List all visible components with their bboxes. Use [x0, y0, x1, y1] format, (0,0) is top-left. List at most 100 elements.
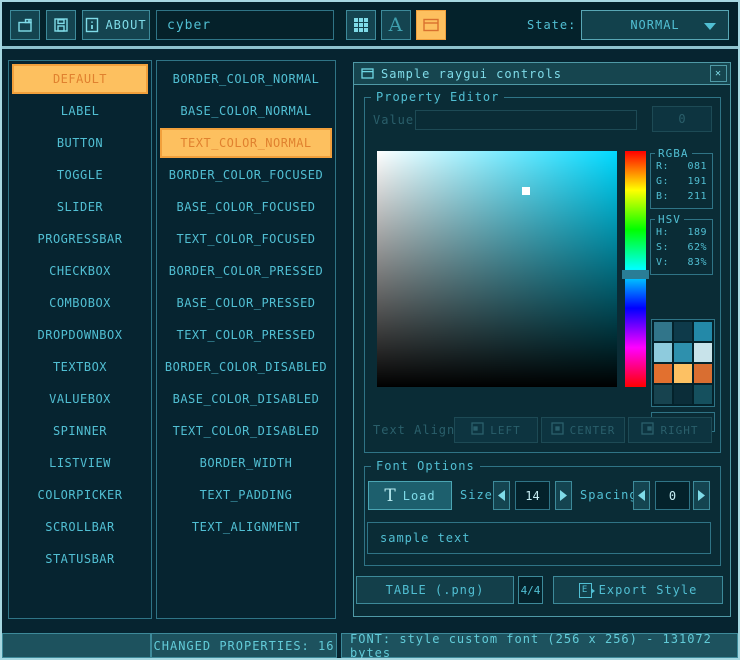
- rgba-title: RGBA: [655, 147, 692, 160]
- list-item[interactable]: CHECKBOX: [12, 256, 148, 286]
- font-options-title: Font Options: [371, 459, 480, 473]
- load-font-button[interactable]: T Load: [368, 481, 452, 510]
- list-item[interactable]: BASE_COLOR_DISABLED: [160, 384, 332, 414]
- value-spinner-button[interactable]: 0: [652, 106, 712, 132]
- size-decrease-button[interactable]: [493, 481, 510, 510]
- page-indicator-valuebox[interactable]: 4/4: [518, 576, 543, 604]
- hsv-row-h: H:189: [651, 225, 712, 240]
- list-item[interactable]: COLORPICKER: [12, 480, 148, 510]
- color-swatch[interactable]: [654, 322, 672, 341]
- list-item[interactable]: TOGGLE: [12, 160, 148, 190]
- align-left-icon: [471, 422, 484, 438]
- color-swatch[interactable]: [674, 385, 692, 404]
- spacing-valuebox[interactable]: 0: [655, 481, 690, 510]
- about-label: ABOUT: [105, 18, 146, 32]
- list-item[interactable]: LISTVIEW: [12, 448, 148, 478]
- statusbar-font-info: FONT: style custom font (256 x 256) - 13…: [341, 633, 738, 658]
- align-left-button[interactable]: LEFT: [454, 417, 538, 443]
- color-swatches-grid: [651, 319, 715, 407]
- hsv-row-s: S:62%: [651, 240, 712, 255]
- chevron-right-icon: [697, 489, 706, 502]
- list-item[interactable]: SLIDER: [12, 192, 148, 222]
- color-swatch[interactable]: [654, 343, 672, 362]
- hue-slider[interactable]: [625, 151, 646, 387]
- list-item[interactable]: BORDER_COLOR_FOCUSED: [160, 160, 332, 190]
- chevron-left-icon: [497, 489, 506, 502]
- style-name-input[interactable]: [156, 10, 334, 40]
- size-valuebox[interactable]: 14: [515, 481, 550, 510]
- color-picker-panel[interactable]: [377, 151, 617, 387]
- color-swatch[interactable]: [694, 322, 712, 341]
- window-title: Sample raygui controls: [381, 67, 562, 81]
- statusbar-left-segment: [2, 633, 151, 658]
- list-item[interactable]: TEXT_PADDING: [160, 480, 332, 510]
- align-center-button[interactable]: CENTER: [541, 417, 625, 443]
- list-item[interactable]: TEXT_COLOR_FOCUSED: [160, 224, 332, 254]
- controls-list: DEFAULTLABELBUTTONTOGGLESLIDERPROGRESSBA…: [8, 60, 152, 619]
- list-item[interactable]: BASE_COLOR_FOCUSED: [160, 192, 332, 222]
- chevron-left-icon: [637, 489, 646, 502]
- color-swatch[interactable]: [694, 364, 712, 383]
- spacing-increase-button[interactable]: [693, 481, 710, 510]
- color-picker-cursor[interactable]: [522, 187, 530, 195]
- list-item[interactable]: SCROLLBAR: [12, 512, 148, 542]
- color-swatch[interactable]: [654, 364, 672, 383]
- spacing-decrease-button[interactable]: [633, 481, 650, 510]
- list-item[interactable]: BORDER_COLOR_DISABLED: [160, 352, 332, 382]
- font-t-icon: T: [384, 486, 396, 506]
- list-item[interactable]: PROGRESSBAR: [12, 224, 148, 254]
- window-titlebar[interactable]: Sample raygui controls ✕: [354, 63, 730, 85]
- list-item[interactable]: SPINNER: [12, 416, 148, 446]
- align-right-button[interactable]: RIGHT: [628, 417, 712, 443]
- save-style-button[interactable]: [46, 10, 76, 40]
- color-swatch[interactable]: [654, 385, 672, 404]
- style-table-view-button[interactable]: [346, 10, 376, 40]
- list-item[interactable]: DROPDOWNBOX: [12, 320, 148, 350]
- state-dropdown[interactable]: NORMAL: [581, 10, 729, 40]
- floppy-save-icon: [52, 16, 70, 34]
- color-swatch[interactable]: [674, 364, 692, 383]
- hsv-title: HSV: [655, 213, 684, 226]
- info-icon: [85, 17, 99, 33]
- grid-icon: [353, 17, 369, 33]
- properties-list: BORDER_COLOR_NORMALBASE_COLOR_NORMALTEXT…: [156, 60, 336, 619]
- sample-controls-window: Sample raygui controls ✕ Property Editor…: [353, 62, 731, 617]
- color-swatch[interactable]: [694, 385, 712, 404]
- color-swatch[interactable]: [694, 343, 712, 362]
- hue-slider-handle[interactable]: [622, 270, 649, 279]
- controls-preview-button[interactable]: [416, 10, 446, 40]
- list-item[interactable]: BASE_COLOR_PRESSED: [160, 288, 332, 318]
- font-options-group: Font Options T Load Size: 14 Spacing: 0 …: [364, 466, 721, 566]
- chevron-right-icon: [559, 489, 568, 502]
- sample-text-textbox[interactable]: sample text: [367, 522, 711, 554]
- list-item[interactable]: STATUSBAR: [12, 544, 148, 574]
- list-item[interactable]: DEFAULT: [12, 64, 148, 94]
- font-atlas-view-button[interactable]: A: [381, 10, 411, 40]
- open-style-button[interactable]: [10, 10, 40, 40]
- close-icon[interactable]: ✕: [710, 65, 727, 82]
- list-item[interactable]: TEXT_COLOR_NORMAL: [160, 128, 332, 158]
- property-editor-group: Property Editor Value: 0 RGBA R:081 G:19…: [364, 97, 721, 453]
- folder-open-icon: [16, 16, 34, 34]
- list-item[interactable]: BUTTON: [12, 128, 148, 158]
- list-item[interactable]: BORDER_COLOR_NORMAL: [160, 64, 332, 94]
- list-item[interactable]: VALUEBOX: [12, 384, 148, 414]
- table-png-button[interactable]: TABLE (.png): [356, 576, 514, 604]
- export-style-button[interactable]: E Export Style: [553, 576, 723, 604]
- hsv-row-v: V:83%: [651, 255, 712, 270]
- size-increase-button[interactable]: [555, 481, 572, 510]
- list-item[interactable]: COMBOBOX: [12, 288, 148, 318]
- list-item[interactable]: BORDER_WIDTH: [160, 448, 332, 478]
- window-icon: [422, 17, 440, 33]
- color-swatch[interactable]: [674, 322, 692, 341]
- value-input[interactable]: [415, 110, 637, 130]
- about-button[interactable]: ABOUT: [82, 10, 150, 40]
- list-item[interactable]: BORDER_COLOR_PRESSED: [160, 256, 332, 286]
- list-item[interactable]: TEXTBOX: [12, 352, 148, 382]
- color-swatch[interactable]: [674, 343, 692, 362]
- list-item[interactable]: TEXT_COLOR_PRESSED: [160, 320, 332, 350]
- list-item[interactable]: TEXT_ALIGNMENT: [160, 512, 332, 542]
- list-item[interactable]: LABEL: [12, 96, 148, 126]
- list-item[interactable]: TEXT_COLOR_DISABLED: [160, 416, 332, 446]
- list-item[interactable]: BASE_COLOR_NORMAL: [160, 96, 332, 126]
